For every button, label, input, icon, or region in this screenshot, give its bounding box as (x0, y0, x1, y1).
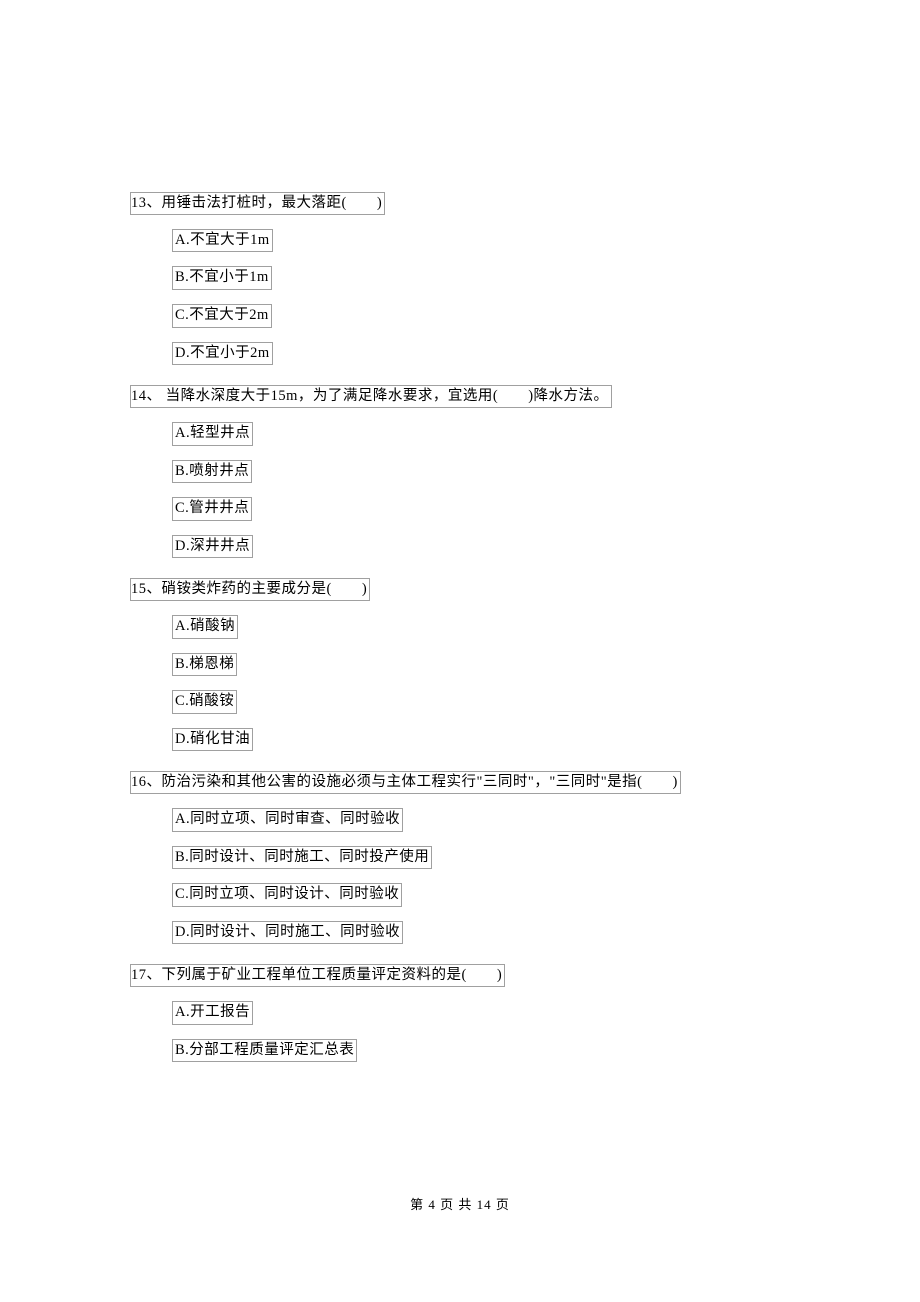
question-stem: 下列属于矿业工程单位工程质量评定资料的是( ) (162, 967, 503, 983)
option-c: C.管井井点 (172, 497, 252, 521)
option-d: D.不宜小于2m (172, 342, 273, 366)
option-c: C.硝酸铵 (172, 690, 237, 714)
question-text: 14、 当降水深度大于15m，为了满足降水要求，宜选用( )降水方法。 (130, 385, 612, 408)
question-text: 15、硝铵类炸药的主要成分是( ) (130, 578, 370, 601)
options-list: A.不宜大于1m B.不宜小于1m C.不宜大于2m D.不宜小于2m (130, 229, 790, 379)
question-16: 16、防治污染和其他公害的设施必须与主体工程实行"三同时"，"三同时"是指( )… (130, 771, 790, 958)
option-a: A.轻型井点 (172, 422, 253, 446)
page-content: 13、用锤击法打桩时，最大落距( ) A.不宜大于1m B.不宜小于1m C.不… (0, 0, 920, 1076)
page-footer: 第 4 页 共 14 页 (0, 1194, 920, 1213)
question-number: 16、 (131, 774, 162, 790)
option-a: A.硝酸钠 (172, 615, 238, 639)
option-b: B.喷射井点 (172, 460, 252, 484)
question-13: 13、用锤击法打桩时，最大落距( ) A.不宜大于1m B.不宜小于1m C.不… (130, 192, 790, 379)
question-text: 13、用锤击法打桩时，最大落距( ) (130, 192, 385, 215)
question-stem: 当降水深度大于15m，为了满足降水要求，宜选用( )降水方法。 (162, 388, 609, 404)
option-d: D.硝化甘油 (172, 728, 253, 752)
option-b: B.同时设计、同时施工、同时投产使用 (172, 846, 432, 870)
option-b: B.分部工程质量评定汇总表 (172, 1039, 357, 1063)
options-list: A.开工报告 B.分部工程质量评定汇总表 (130, 1001, 790, 1076)
question-text: 17、下列属于矿业工程单位工程质量评定资料的是( ) (130, 964, 505, 987)
question-15: 15、硝铵类炸药的主要成分是( ) A.硝酸钠 B.梯恩梯 C.硝酸铵 D.硝化… (130, 578, 790, 765)
question-number: 15、 (131, 581, 162, 597)
question-number: 13、 (131, 195, 162, 211)
option-a: A.不宜大于1m (172, 229, 273, 253)
option-a: A.开工报告 (172, 1001, 253, 1025)
option-b: B.梯恩梯 (172, 653, 237, 677)
question-stem: 用锤击法打桩时，最大落距( ) (162, 195, 383, 211)
question-stem: 防治污染和其他公害的设施必须与主体工程实行"三同时"，"三同时"是指( ) (162, 774, 678, 790)
option-c: C.不宜大于2m (172, 304, 272, 328)
option-c: C.同时立项、同时设计、同时验收 (172, 883, 402, 907)
option-a: A.同时立项、同时审查、同时验收 (172, 808, 403, 832)
options-list: A.硝酸钠 B.梯恩梯 C.硝酸铵 D.硝化甘油 (130, 615, 790, 765)
options-list: A.轻型井点 B.喷射井点 C.管井井点 D.深井井点 (130, 422, 790, 572)
question-stem: 硝铵类炸药的主要成分是( ) (162, 581, 368, 597)
question-14: 14、 当降水深度大于15m，为了满足降水要求，宜选用( )降水方法。 A.轻型… (130, 385, 790, 572)
option-d: D.同时设计、同时施工、同时验收 (172, 921, 403, 945)
options-list: A.同时立项、同时审查、同时验收 B.同时设计、同时施工、同时投产使用 C.同时… (130, 808, 790, 958)
question-number: 14、 (131, 388, 162, 404)
question-text: 16、防治污染和其他公害的设施必须与主体工程实行"三同时"，"三同时"是指( ) (130, 771, 681, 794)
option-b: B.不宜小于1m (172, 266, 272, 290)
option-d: D.深井井点 (172, 535, 253, 559)
question-number: 17、 (131, 967, 162, 983)
question-17: 17、下列属于矿业工程单位工程质量评定资料的是( ) A.开工报告 B.分部工程… (130, 964, 790, 1076)
